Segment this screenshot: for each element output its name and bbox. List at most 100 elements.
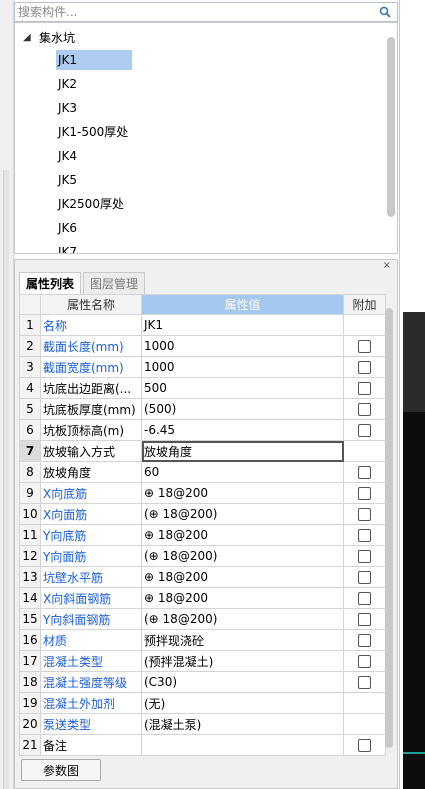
dark-region-upper — [403, 312, 425, 412]
extra-checkbox[interactable] — [358, 487, 371, 500]
extra-checkbox[interactable] — [358, 550, 371, 563]
extra-checkbox[interactable] — [358, 340, 371, 353]
property-value[interactable]: 60 — [141, 461, 344, 483]
property-value[interactable]: (⊕ 18@200) — [141, 503, 344, 525]
extra-checkbox[interactable] — [358, 529, 371, 542]
expand-arrow-icon[interactable]: ◢ — [23, 32, 35, 43]
property-value[interactable]: ⊕ 18@200 — [141, 587, 344, 609]
extra-checkbox[interactable] — [358, 466, 371, 479]
extra-checkbox[interactable] — [358, 655, 371, 668]
extra-cell — [343, 356, 386, 378]
table-row[interactable]: 8 放坡角度 60 — [19, 461, 386, 483]
tab-layer-management[interactable]: 图层管理 — [83, 272, 146, 294]
property-value[interactable]: 1000 — [141, 356, 344, 378]
header-extra[interactable]: 附加 — [343, 294, 386, 315]
tree-item[interactable]: JK2 — [56, 74, 132, 94]
search-input[interactable] — [15, 3, 375, 21]
dark-region-lower — [403, 412, 425, 789]
property-name: 备注 — [40, 734, 142, 756]
table-row[interactable]: 4 坑底出边距离(... 500 — [19, 377, 386, 399]
property-value[interactable]: JK1 — [141, 314, 344, 336]
row-number: 21 — [19, 734, 41, 756]
property-value[interactable]: ⊕ 18@200 — [141, 524, 344, 546]
extra-checkbox[interactable] — [358, 382, 371, 395]
property-name: 混凝土强度等级 — [40, 671, 142, 693]
property-value[interactable]: 500 — [141, 377, 344, 399]
table-row[interactable]: 18 混凝土强度等级 (C30) — [19, 671, 386, 693]
property-value[interactable]: (预拌混凝土) — [141, 650, 344, 672]
table-row[interactable]: 16 材质 预拌现浇砼 — [19, 629, 386, 651]
extra-cell — [343, 314, 386, 336]
header-property-value[interactable]: 属性值 — [141, 294, 344, 315]
table-row[interactable]: 9 X向底筋 ⊕ 18@200 — [19, 482, 386, 504]
extra-checkbox[interactable] — [358, 592, 371, 605]
search-box[interactable] — [14, 2, 398, 22]
header-property-name[interactable]: 属性名称 — [40, 294, 142, 315]
header-num — [19, 294, 41, 315]
table-row[interactable]: 15 Y向斜面钢筋 (⊕ 18@200) — [19, 608, 386, 630]
parameter-diagram-button[interactable]: 参数图 — [21, 759, 101, 781]
tree-scrollbar[interactable] — [387, 37, 395, 217]
extra-checkbox[interactable] — [358, 739, 371, 752]
table-row[interactable]: 13 坑壁水平筋 ⊕ 18@200 — [19, 566, 386, 588]
extra-cell — [343, 398, 386, 420]
table-row[interactable]: 19 混凝土外加剂 (无) — [19, 692, 386, 714]
table-row[interactable]: 7 放坡输入方式 放坡角度 — [19, 440, 386, 462]
property-value[interactable]: 预拌现浇砼 — [141, 629, 344, 651]
property-value[interactable]: (⊕ 18@200) — [141, 608, 344, 630]
table-row[interactable]: 14 X向斜面钢筋 ⊕ 18@200 — [19, 587, 386, 609]
property-name: Y向底筋 — [40, 524, 142, 546]
tab-property-list[interactable]: 属性列表 — [19, 272, 82, 294]
property-value[interactable]: ⊕ 18@200 — [141, 482, 344, 504]
table-row[interactable]: 12 Y向面筋 (⊕ 18@200) — [19, 545, 386, 567]
property-value[interactable]: 1000 — [141, 335, 344, 357]
extra-checkbox[interactable] — [358, 361, 371, 374]
property-value[interactable]: -6.45 — [141, 419, 344, 441]
extra-checkbox[interactable] — [358, 571, 371, 584]
table-row[interactable]: 11 Y向底筋 ⊕ 18@200 — [19, 524, 386, 546]
property-value[interactable]: (500) — [141, 398, 344, 420]
tree-item[interactable]: JK1-500厚处 — [56, 122, 132, 142]
table-row[interactable]: 3 截面宽度(mm) 1000 — [19, 356, 386, 378]
row-number: 20 — [19, 713, 41, 735]
tree-item[interactable]: JK7 — [56, 242, 132, 253]
search-icon[interactable] — [379, 6, 391, 18]
extra-cell — [343, 566, 386, 588]
tree-item[interactable]: JK3 — [56, 98, 132, 118]
extra-checkbox[interactable] — [358, 424, 371, 437]
property-value[interactable]: (⊕ 18@200) — [141, 545, 344, 567]
tree-item[interactable]: JK2500厚处 — [56, 194, 132, 214]
table-row[interactable]: 17 混凝土类型 (预拌混凝土) — [19, 650, 386, 672]
property-name: 坑板顶标高(m) — [40, 419, 142, 441]
property-value[interactable]: ⊕ 18@200 — [141, 566, 344, 588]
extra-checkbox[interactable] — [358, 676, 371, 689]
property-value[interactable]: 放坡角度 — [141, 440, 344, 462]
table-row[interactable]: 21 备注 — [19, 734, 386, 756]
table-row[interactable]: 1 名称 JK1 — [19, 314, 386, 336]
extra-checkbox[interactable] — [358, 634, 371, 647]
table-row[interactable]: 2 截面长度(mm) 1000 — [19, 335, 386, 357]
tree-item[interactable]: JK5 — [56, 170, 132, 190]
table-row[interactable]: 6 坑板顶标高(m) -6.45 — [19, 419, 386, 441]
extra-checkbox[interactable] — [358, 403, 371, 416]
extra-cell — [343, 545, 386, 567]
property-value[interactable]: (C30) — [141, 671, 344, 693]
table-row[interactable]: 10 X向面筋 (⊕ 18@200) — [19, 503, 386, 525]
table-row[interactable]: 5 坑底板厚度(mm) (500) — [19, 398, 386, 420]
row-number: 19 — [19, 692, 41, 714]
tree-item[interactable]: JK6 — [56, 218, 132, 238]
tree-item[interactable]: JK4 — [56, 146, 132, 166]
row-number: 14 — [19, 587, 41, 609]
property-scrollbar[interactable] — [385, 308, 393, 748]
property-name: 混凝土外加剂 — [40, 692, 142, 714]
extra-cell — [343, 335, 386, 357]
property-value[interactable]: (无) — [141, 692, 344, 714]
tree-item[interactable]: JK1 — [56, 50, 132, 70]
extra-checkbox[interactable] — [358, 508, 371, 521]
close-icon[interactable]: × — [383, 260, 391, 271]
extra-checkbox[interactable] — [358, 613, 371, 626]
property-value[interactable]: (混凝土泵) — [141, 713, 344, 735]
tree-root-node[interactable]: ◢ 集水坑 — [23, 28, 75, 46]
table-row[interactable]: 20 泵送类型 (混凝土泵) — [19, 713, 386, 735]
property-value[interactable] — [141, 734, 344, 756]
